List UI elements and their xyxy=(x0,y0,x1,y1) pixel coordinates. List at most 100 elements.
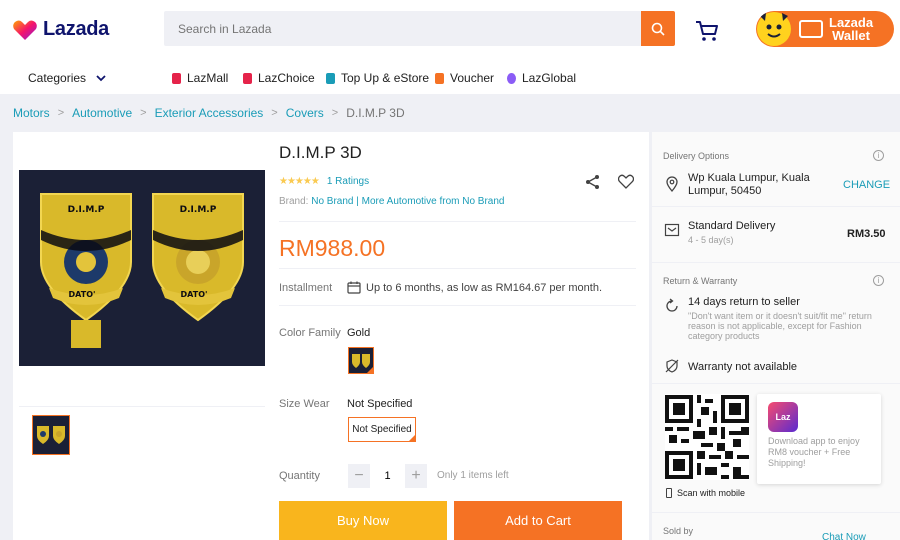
chevron-right-icon: > xyxy=(331,107,339,119)
brand-link[interactable]: No Brand xyxy=(311,196,353,207)
lazmall-icon xyxy=(172,72,181,84)
delivery-eta: 4 - 5 day(s) xyxy=(688,235,734,245)
search-icon xyxy=(651,22,665,36)
quantity-label: Quantity xyxy=(279,470,320,482)
lazada-logo[interactable]: Lazada xyxy=(13,18,109,41)
color-swatch-gold[interactable] xyxy=(348,347,374,374)
header: Lazada Lazada Wallet xyxy=(0,0,900,57)
cart-button[interactable] xyxy=(694,19,720,43)
divider xyxy=(279,221,636,222)
delivery-location: Wp Kuala Lumpur, Kuala Lumpur, 50450 xyxy=(688,172,810,197)
mobile-phone-icon xyxy=(666,488,672,498)
scan-with-mobile: Scan with mobile xyxy=(666,488,745,498)
search-input[interactable] xyxy=(164,11,624,46)
globe-icon xyxy=(507,72,516,84)
quantity-decrement-button[interactable]: − xyxy=(348,464,370,488)
calendar-icon xyxy=(347,281,361,294)
delivery-truck-icon xyxy=(664,222,680,238)
nav-link-label: Voucher xyxy=(450,71,495,85)
product-thumbnail[interactable] xyxy=(32,415,70,455)
share-icon xyxy=(586,175,599,189)
mascot-icon xyxy=(757,12,791,46)
divider xyxy=(652,262,900,263)
no-warranty-icon xyxy=(664,358,680,374)
return-policy-note: "Don't want item or it doesn't suit/fit … xyxy=(688,311,872,341)
nav-bar: Categories LazMall LazChoice Top Up & eS… xyxy=(0,57,900,94)
breadcrumb: Motors > Automotive > Exterior Accessori… xyxy=(13,106,405,120)
installment-text: Up to 6 months, as low as RM164.67 per m… xyxy=(366,281,603,294)
size-option[interactable]: Not Specified xyxy=(348,417,416,442)
wishlist-button[interactable] xyxy=(617,174,635,192)
search-bar xyxy=(164,11,642,46)
size-wear-label: Size Wear xyxy=(279,398,330,410)
nav-link-topup[interactable]: Top Up & eStore xyxy=(326,71,429,85)
breadcrumb-item[interactable]: Motors xyxy=(13,106,50,120)
stock-note: Only 1 items left xyxy=(437,470,509,481)
nav-link-label: LazGlobal xyxy=(522,71,577,85)
chevron-right-icon: > xyxy=(140,107,147,119)
divider xyxy=(279,268,636,269)
nav-link-voucher[interactable]: Voucher xyxy=(435,71,494,85)
brand-line: Brand: No Brand | More Automotive from N… xyxy=(279,196,505,207)
breadcrumb-item[interactable]: Covers xyxy=(286,106,324,120)
add-to-cart-button[interactable]: Add to Cart xyxy=(454,501,622,540)
search-button[interactable] xyxy=(641,11,675,46)
return-policy-title: 14 days return to seller xyxy=(688,296,800,308)
more-from-brand-link[interactable]: | More Automotive from No Brand xyxy=(356,196,504,207)
voucher-icon xyxy=(435,72,444,84)
chevron-right-icon: > xyxy=(57,107,65,119)
svg-text:D.I.M.P: D.I.M.P xyxy=(68,205,105,215)
qr-code xyxy=(665,394,749,480)
chat-now-link[interactable]: Chat Now xyxy=(822,532,866,540)
return-icon xyxy=(664,298,680,314)
product-price: RM988.00 xyxy=(279,235,386,261)
categories-menu[interactable]: Categories xyxy=(28,71,106,85)
lazada-wallet-banner[interactable]: Lazada Wallet xyxy=(756,11,894,47)
installment-label: Installment xyxy=(279,282,333,294)
share-button[interactable] xyxy=(585,174,600,193)
selected-marker xyxy=(409,435,415,441)
phone-icon xyxy=(326,72,335,84)
color-family-label: Color Family xyxy=(279,327,341,339)
delivery-method: Standard Delivery xyxy=(688,220,776,232)
nav-link-lazchoice[interactable]: LazChoice xyxy=(243,71,315,85)
nav-link-lazglobal[interactable]: LazGlobal xyxy=(507,71,576,85)
lazchoice-icon xyxy=(243,72,252,84)
divider xyxy=(652,383,900,384)
rating-summary: ★★★★★ 1 Ratings xyxy=(279,176,369,187)
quantity-increment-button[interactable]: + xyxy=(405,464,427,488)
nav-link-lazmall[interactable]: LazMall xyxy=(172,71,228,85)
location-pin-icon xyxy=(664,176,680,193)
change-location-link[interactable]: CHANGE xyxy=(843,179,890,191)
product-title: D.I.M.P 3D xyxy=(279,143,362,162)
lazada-app-icon: Laz xyxy=(768,402,798,432)
info-icon[interactable]: i xyxy=(873,150,884,161)
breadcrumb-item[interactable]: Automotive xyxy=(72,106,132,120)
installment-info: Up to 6 months, as low as RM164.67 per m… xyxy=(347,281,602,294)
delivery-fee: RM3.50 xyxy=(847,228,886,240)
svg-text:DATO': DATO' xyxy=(69,290,96,299)
wallet-line-2: Wallet xyxy=(832,28,870,43)
brand-prefix: Brand: xyxy=(279,196,309,207)
return-warranty-heading: Return & Warranty xyxy=(663,276,738,286)
buy-now-button[interactable]: Buy Now xyxy=(279,501,447,540)
svg-text:D.I.M.P: D.I.M.P xyxy=(180,205,217,215)
warranty-text: Warranty not available xyxy=(688,361,798,373)
ratings-link[interactable]: 1 Ratings xyxy=(327,176,369,187)
app-download-card[interactable]: Laz Download app to enjoy RM8 voucher + … xyxy=(757,394,881,484)
nav-link-label: Top Up & eStore xyxy=(341,71,430,85)
delivery-options-heading: Delivery Options xyxy=(663,151,730,161)
divider xyxy=(652,512,900,513)
breadcrumb-item[interactable]: Exterior Accessories xyxy=(155,106,264,120)
scan-label: Scan with mobile xyxy=(677,488,746,498)
wallet-text: Lazada Wallet xyxy=(829,16,873,42)
info-icon[interactable]: i xyxy=(873,275,884,286)
quantity-input[interactable] xyxy=(372,465,403,487)
product-main-image[interactable]: D.I.M.P DATO' D.I.M.P DATO' xyxy=(19,170,265,366)
heart-icon xyxy=(617,174,635,189)
app-promo-text: Download app to enjoy RM8 voucher + Free… xyxy=(768,436,860,468)
chevron-down-icon xyxy=(96,74,106,81)
star-rating-icons: ★★★★★ xyxy=(279,176,320,187)
chevron-right-icon: > xyxy=(271,107,278,119)
logo-text: Lazada xyxy=(43,18,110,40)
